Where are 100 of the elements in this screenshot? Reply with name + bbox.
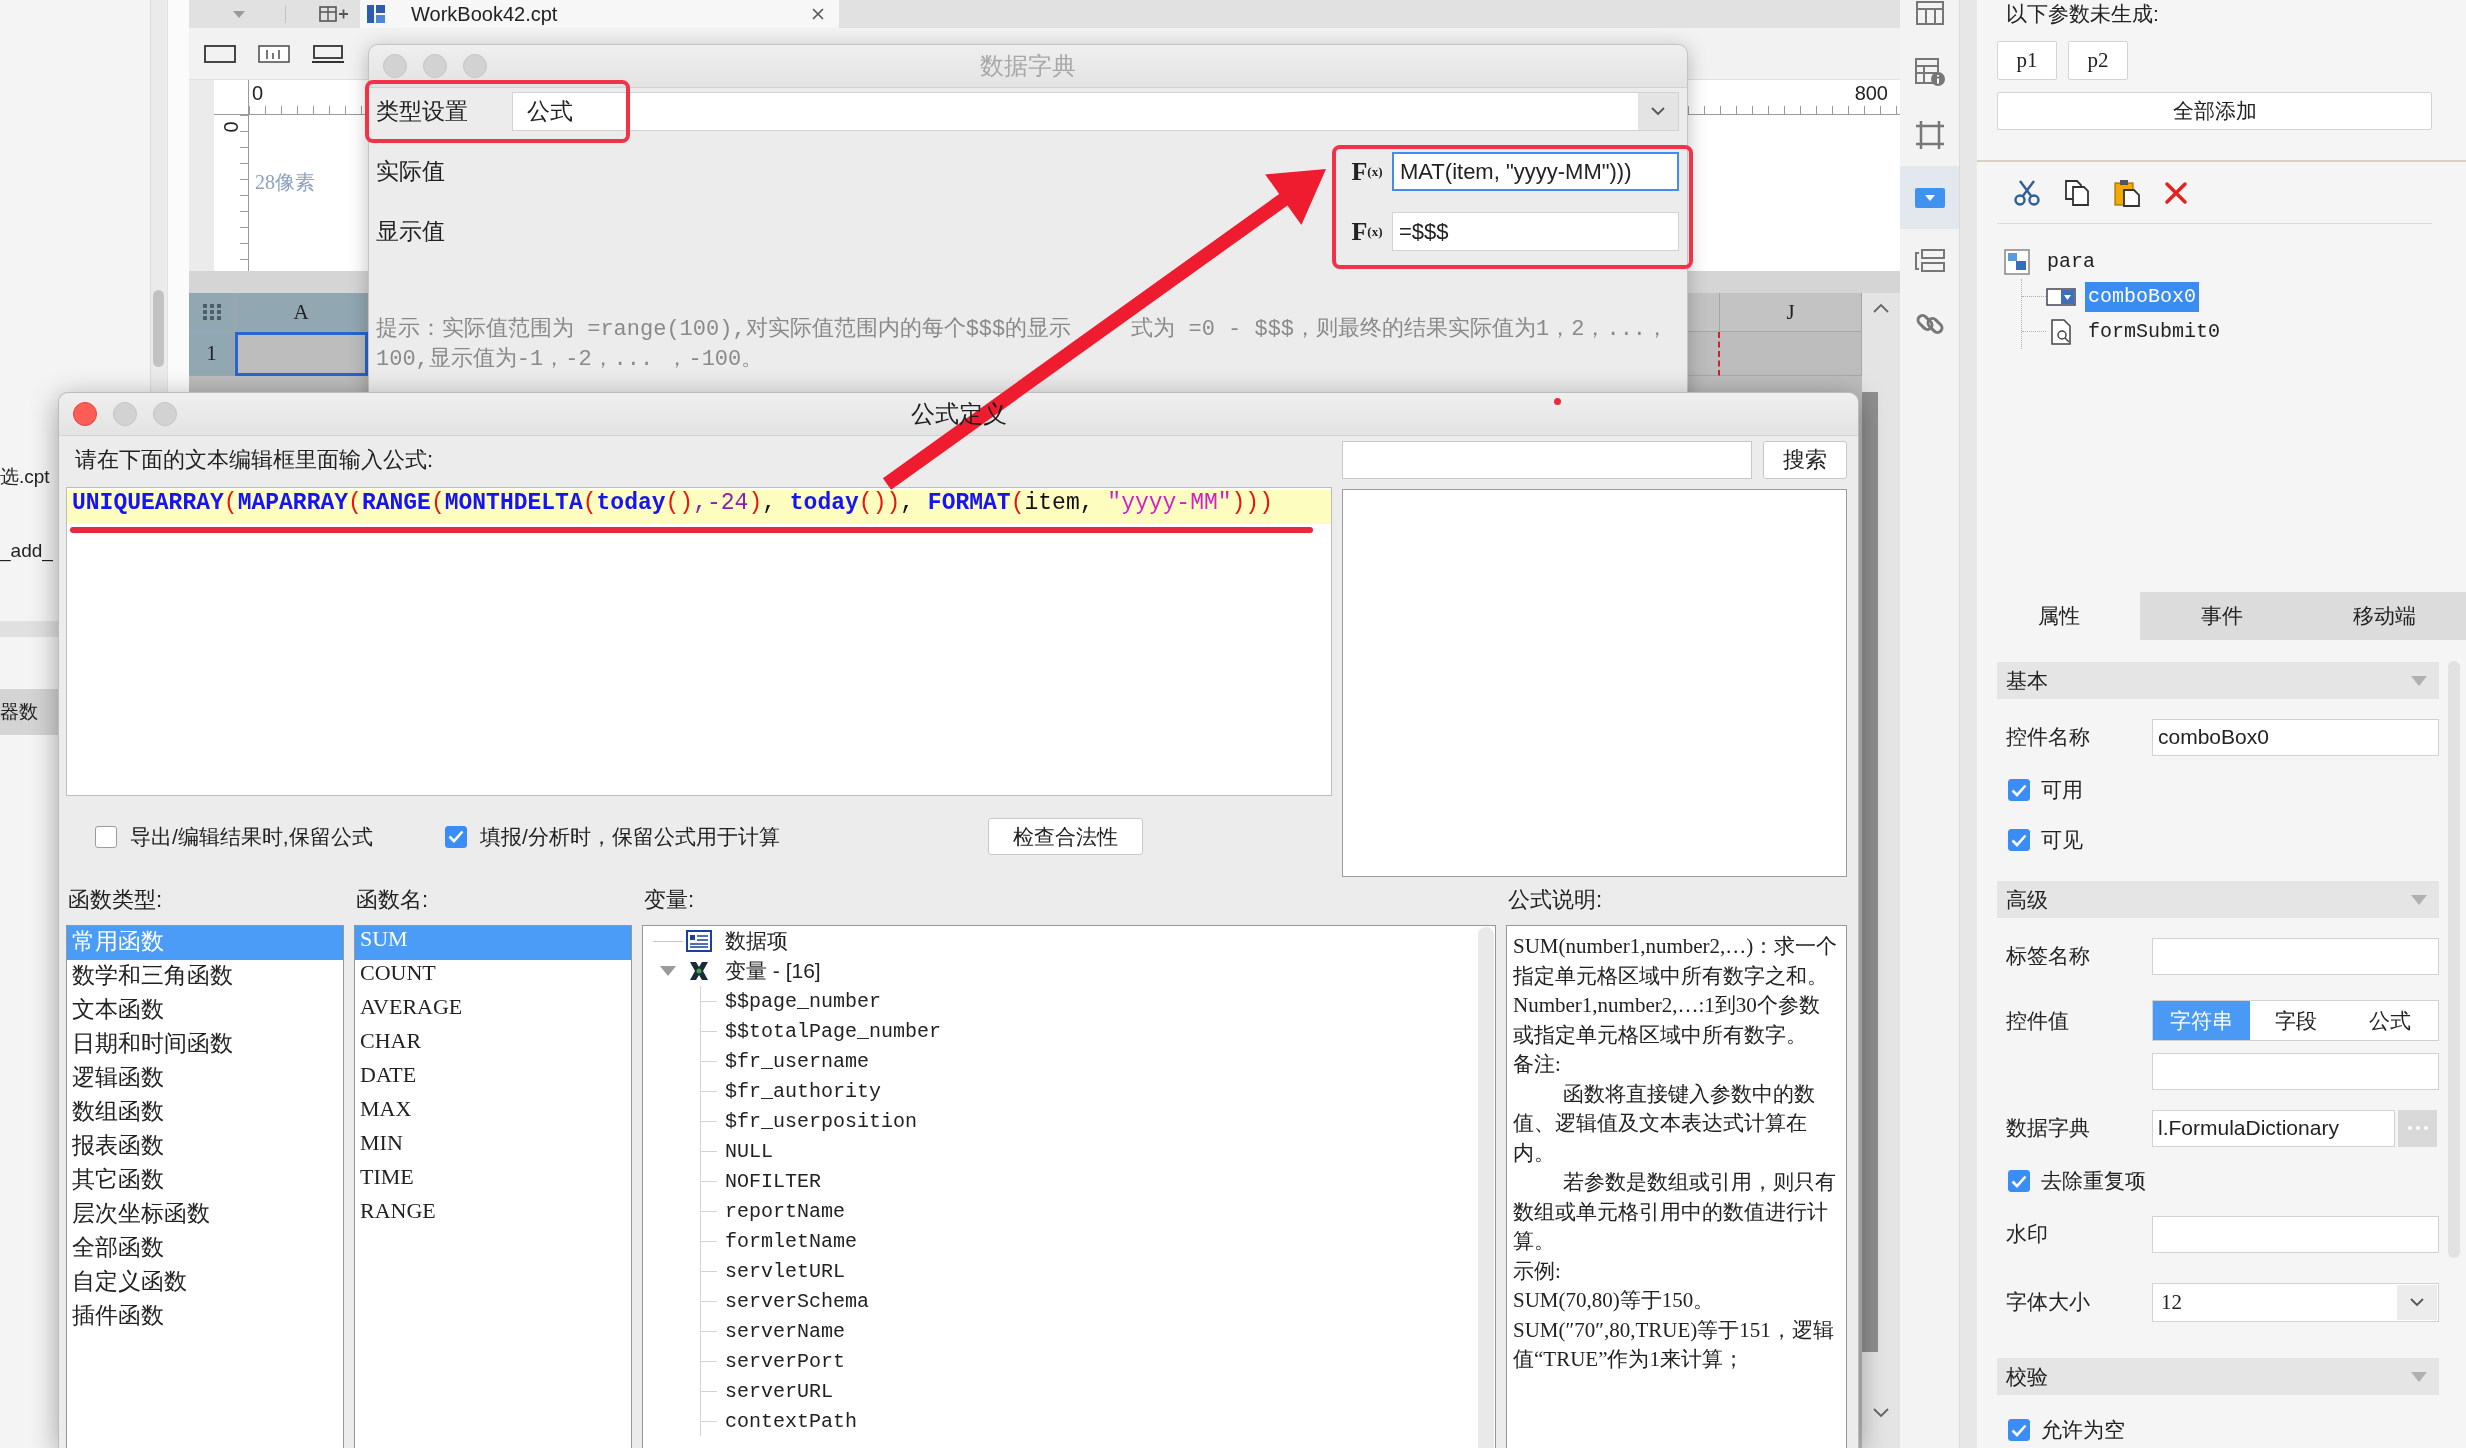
vertical-scrollbar[interactable] [1862, 293, 1900, 1448]
toolbar-button[interactable] [1900, 166, 1959, 229]
list-item[interactable]: MAX [355, 1096, 631, 1130]
triangle-down-icon[interactable] [2411, 894, 2427, 905]
check-button[interactable]: 检查合法性 [988, 818, 1143, 855]
formula-field[interactable]: MAT(item, "yyyy-MM"))) [1392, 152, 1679, 191]
formula-editor[interactable]: UNIQUEARRAY(MAPARRAY(RANGE(MONTHDELTA(today(),-24), today()), FORMAT(item, "yyyy-MM"))) [66, 487, 1332, 796]
table-cell[interactable] [235, 332, 368, 376]
scrollbar-thumb[interactable] [1862, 392, 1878, 1352]
scrollbar-thumb[interactable] [153, 290, 164, 367]
rectangle-icon[interactable] [204, 43, 236, 64]
tree-item[interactable]: NULL [723, 1139, 775, 1163]
checkbox[interactable] [2008, 1170, 2030, 1192]
tree-item[interactable]: $fr_authority [723, 1079, 884, 1103]
tree-item[interactable]: para [2044, 246, 2098, 277]
list-item[interactable]: 日期和时间函数 [67, 1028, 343, 1062]
text-field[interactable] [2152, 937, 2439, 975]
list-item[interactable]: 其它函数 [67, 1164, 343, 1198]
list-item[interactable]: 器数 [0, 689, 58, 735]
column-header[interactable]: A [235, 293, 368, 332]
table-cell[interactable] [1688, 332, 1720, 376]
tree-item[interactable]: $fr_userposition [723, 1109, 920, 1133]
expand-triangle-icon[interactable] [660, 966, 676, 976]
list-item[interactable]: 数组函数 [67, 1096, 343, 1130]
tree-item[interactable]: serverName [723, 1319, 848, 1343]
chevron-down-icon[interactable] [1873, 1408, 1889, 1418]
segment-button[interactable]: 字段 [2250, 1001, 2342, 1040]
list-item[interactable]: _add_ [0, 536, 58, 566]
list-item[interactable]: CHAR [355, 1028, 631, 1062]
list-item[interactable]: 逻辑函数 [67, 1062, 343, 1096]
tree-item[interactable]: $$page_number [723, 989, 884, 1013]
checkbox[interactable] [2008, 1419, 2030, 1441]
checkbox[interactable] [2008, 829, 2030, 851]
tree-item[interactable]: serverURL [723, 1379, 836, 1403]
tree-item[interactable]: $$totalPage_number [723, 1019, 944, 1043]
column-header[interactable]: J [1720, 293, 1862, 332]
list-item[interactable]: 文本函数 [67, 994, 343, 1028]
list-item[interactable]: COUNT [355, 960, 631, 994]
search-button[interactable]: 搜索 [1763, 441, 1847, 479]
scissors-icon[interactable] [2013, 178, 2041, 207]
table-cell[interactable] [1720, 332, 1862, 376]
list-item[interactable]: 全部函数 [67, 1232, 343, 1266]
list-item[interactable]: 报表函数 [67, 1130, 343, 1164]
list-item[interactable]: 插件函数 [67, 1300, 343, 1334]
triangle-down-icon[interactable] [2411, 675, 2427, 686]
list-item[interactable]: DATE [355, 1062, 631, 1096]
tree-item[interactable]: servletURL [723, 1259, 848, 1283]
tree-item[interactable]: 数据项 [723, 927, 790, 955]
chevron-up-icon[interactable] [1873, 303, 1889, 313]
section-header[interactable]: 基本 [1997, 662, 2439, 699]
text-field[interactable]: comboBox0 [2152, 718, 2439, 756]
list-item[interactable]: 数学和三角函数 [67, 960, 343, 994]
tree-item[interactable]: formletName [723, 1229, 860, 1253]
list-item[interactable]: 自定义函数 [67, 1266, 343, 1300]
triangle-down-icon[interactable] [2411, 1371, 2427, 1382]
close-icon[interactable] [811, 7, 825, 21]
list-item[interactable]: RANGE [355, 1198, 631, 1232]
param-button[interactable]: p1 [1997, 41, 2057, 80]
tree-item[interactable]: NOFILTER [723, 1169, 823, 1193]
tree-item[interactable]: $fr_username [723, 1049, 872, 1073]
list-item[interactable]: AVERAGE [355, 994, 631, 1028]
caret-icon[interactable] [233, 10, 245, 18]
checkbox[interactable] [2008, 779, 2030, 801]
tab[interactable]: 移动端 [2303, 592, 2466, 640]
add-sheet-icon[interactable] [319, 4, 349, 24]
select-field[interactable]: 12 [2152, 1282, 2439, 1322]
tree-item[interactable]: serverPort [723, 1349, 848, 1373]
tray-icon[interactable] [312, 43, 344, 64]
tree-item[interactable]: formSubmit0 [2085, 316, 2224, 347]
checkbox[interactable] [95, 825, 117, 848]
tree-item[interactable]: serverSchema [723, 1289, 872, 1313]
checkbox[interactable] [445, 825, 467, 848]
text-field[interactable] [2152, 1215, 2439, 1253]
list-item[interactable]: MIN [355, 1130, 631, 1164]
list-item[interactable]: 选.cpt [0, 462, 58, 492]
close-button[interactable] [73, 402, 97, 426]
type-select[interactable]: 公式 [512, 92, 1679, 131]
file-tab[interactable]: WorkBook42.cpt [360, 0, 839, 28]
text-field[interactable] [2152, 1053, 2439, 1090]
row-header[interactable]: 1 [189, 332, 235, 376]
section-header[interactable]: 校验 [1997, 1358, 2439, 1395]
list-item[interactable]: 层次坐标函数 [67, 1198, 343, 1232]
tab[interactable]: 事件 [2140, 592, 2303, 640]
select-all-button[interactable] [189, 293, 235, 332]
text-field[interactable]: l.FormulaDictionary [2152, 1109, 2395, 1147]
scrollbar-thumb[interactable] [1478, 927, 1494, 1448]
formula-field[interactable]: =$$$ [1392, 212, 1679, 251]
param-button[interactable]: p2 [2068, 41, 2128, 80]
tree-item[interactable]: contextPath [723, 1409, 860, 1433]
cross-icon[interactable] [2164, 180, 2188, 205]
label-icon[interactable] [258, 43, 290, 64]
tree-item[interactable]: 变量 - [16] [723, 957, 823, 985]
search-field[interactable] [1342, 441, 1752, 479]
copy-icon[interactable] [2064, 178, 2090, 207]
segment-button[interactable]: 公式 [2342, 1001, 2438, 1040]
section-header[interactable]: 高级 [1997, 881, 2439, 918]
tree-item[interactable]: reportName [723, 1199, 848, 1223]
clipboard-icon[interactable] [2113, 178, 2141, 207]
add-all-button[interactable]: 全部添加 [1997, 92, 2432, 130]
list-item[interactable]: TIME [355, 1164, 631, 1198]
